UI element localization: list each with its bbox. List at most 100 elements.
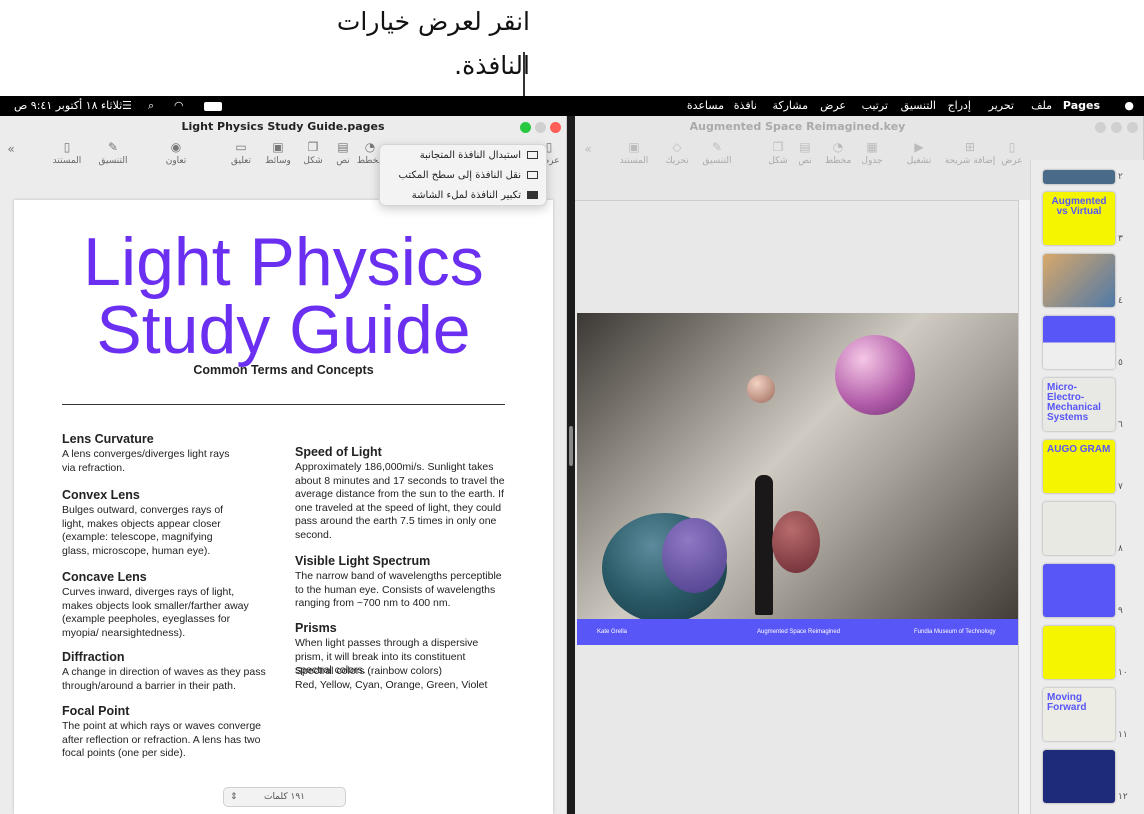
window-icon xyxy=(527,171,538,179)
slide-number: ١٠ xyxy=(1118,668,1128,678)
thumbnail-title: Moving Forward xyxy=(1047,692,1087,713)
search-icon[interactable]: ⌕ xyxy=(148,99,154,113)
menu-item[interactable]: إدراج xyxy=(948,99,971,112)
toolbar-shape[interactable]: ❐ شكل xyxy=(768,140,787,166)
format-icon: ✎ xyxy=(107,140,119,154)
toolbar-document[interactable]: ▯ المستند xyxy=(53,140,82,166)
minimize-button[interactable] xyxy=(535,122,546,133)
slide-thumbnail[interactable] xyxy=(1043,502,1115,555)
chevrons-icon[interactable]: « xyxy=(584,142,591,158)
slide-number: ١٢ xyxy=(1118,792,1128,802)
apple-menu-icon[interactable]: ● xyxy=(1124,99,1134,112)
close-button[interactable] xyxy=(550,122,561,133)
doc-title: Study Guide xyxy=(96,292,471,368)
sidebar-icon: ▯ xyxy=(1008,140,1016,154)
close-button[interactable] xyxy=(1127,122,1138,133)
animate-icon: ◇ xyxy=(672,140,682,154)
thumbnail-title: Micro-Electro-Mechanical Systems xyxy=(1047,382,1101,423)
split-divider[interactable] xyxy=(567,116,575,814)
menu-bar: ● Pages ملف تحرير إدراج التنسيق ترتيب عر… xyxy=(0,96,1144,116)
document-page[interactable]: Light Physics Study Guide Common Terms a… xyxy=(14,200,553,814)
term: Diffraction A change in direction of wave… xyxy=(62,650,266,692)
toolbar-comment[interactable]: ▭ تعليق xyxy=(231,140,251,166)
toolbar-play[interactable]: ▶ تشغيل xyxy=(907,140,931,166)
toolbar-add-slide[interactable]: ⊞ إضافة شريحة xyxy=(945,140,996,166)
menu-item-tile-window[interactable]: استبدال النافذة المتجانبة xyxy=(380,146,546,165)
control-center-icon[interactable]: ☰ xyxy=(122,99,132,112)
slide-number: ١١ xyxy=(1118,730,1128,740)
menu-app[interactable]: Pages xyxy=(1063,99,1100,112)
slide-thumbnail[interactable] xyxy=(1043,626,1115,679)
shape-icon: ❐ xyxy=(307,140,319,154)
menu-item[interactable]: عرض xyxy=(820,99,846,112)
vertical-ruler xyxy=(1018,200,1030,814)
toolbar-view[interactable]: ▯ عرض xyxy=(1001,140,1022,166)
term: Visible Light Spectrum The narrow band of… xyxy=(295,554,502,609)
menu-item-fullscreen[interactable]: تكبير النافذة لملء الشاشة xyxy=(380,186,546,205)
term: Focal Point The point at which rays or wa… xyxy=(62,704,262,759)
menu-item[interactable]: مشاركة xyxy=(772,99,808,112)
zoom-button[interactable] xyxy=(520,122,531,133)
thumbnail-title: Augmented vs Virtual xyxy=(1051,196,1107,217)
tile-icon xyxy=(527,151,538,159)
toolbar-media[interactable]: ▣ وسائط xyxy=(265,140,291,166)
toolbar-text[interactable]: ▤ نص xyxy=(798,140,812,166)
text-icon: ▤ xyxy=(337,140,349,154)
word-count-button[interactable]: ⇕ ١٩١ كلمات xyxy=(223,787,346,807)
slide-number: ٤ xyxy=(1118,296,1123,306)
term: Speed of Light Approximately 186,000mi/s.… xyxy=(295,445,505,541)
thumbnail-title: AUGO GRAM xyxy=(1047,444,1111,455)
slide-thumbnail[interactable] xyxy=(1043,750,1115,803)
chevrons-icon[interactable]: « xyxy=(7,142,14,158)
toolbar-shape[interactable]: ❐ شكل xyxy=(303,140,322,166)
current-slide[interactable]: Kate Grella Augmented Space Reimagined F… xyxy=(577,313,1018,645)
term: Concave Lens Curves inward, diverges rays… xyxy=(62,570,249,639)
minimize-button[interactable] xyxy=(1111,122,1122,133)
wifi-icon[interactable]: ◠ xyxy=(174,99,184,112)
slide-number: ٢ xyxy=(1118,172,1123,182)
slide-thumbnail[interactable]: Augmented vs Virtual xyxy=(1043,192,1115,245)
slide-thumbnail[interactable] xyxy=(1043,254,1115,307)
slide-number: ٣ xyxy=(1118,234,1123,244)
menu-item[interactable]: نافذة xyxy=(734,99,757,112)
toolbar-format[interactable]: ✎ التنسيق xyxy=(703,140,732,166)
window-title: Light Physics Study Guide.pages xyxy=(181,120,385,133)
toolbar-text[interactable]: ▤ نص xyxy=(336,140,350,166)
shape-icon: ❐ xyxy=(772,140,784,154)
menu-item[interactable]: ترتيب xyxy=(862,99,888,112)
toolbar-table[interactable]: ▦ جدول xyxy=(861,140,882,166)
menu-item-move-to-desktop[interactable]: نقل النافذة إلى سطح المكتب xyxy=(380,166,546,185)
toolbar-collaborate[interactable]: ◉ تعاون xyxy=(166,140,187,166)
menu-item[interactable]: تحرير xyxy=(989,99,1014,112)
term: Convex Lens Bulges outward, converges ray… xyxy=(62,488,224,557)
slide-thumbnail[interactable] xyxy=(1043,170,1115,184)
slide-footer: Kate Grella Augmented Space Reimagined F… xyxy=(577,619,1018,645)
menu-item[interactable]: التنسيق xyxy=(901,99,936,112)
slide-thumbnail[interactable]: Moving Forward xyxy=(1043,688,1115,741)
battery-icon[interactable] xyxy=(204,102,222,111)
fullscreen-icon xyxy=(527,191,538,199)
slide-thumbnail[interactable] xyxy=(1043,316,1115,369)
menu-item[interactable]: مساعدة xyxy=(687,99,724,112)
menu-item[interactable]: ملف xyxy=(1031,99,1052,112)
toolbar-format[interactable]: ✎ التنسيق xyxy=(99,140,128,166)
slide-number: ٨ xyxy=(1118,544,1123,554)
zoom-button[interactable] xyxy=(1095,122,1106,133)
format-icon: ✎ xyxy=(711,140,723,154)
term: Lens Curvature A lens converges/diverges … xyxy=(62,432,230,474)
slide-thumbnail[interactable]: AUGO GRAM xyxy=(1043,440,1115,493)
doc-subtitle: Common Terms and Concepts xyxy=(193,363,374,377)
doc-title: Light Physics xyxy=(83,224,484,300)
updown-chevron-icon: ⇕ xyxy=(230,792,238,802)
document-icon: ▣ xyxy=(628,140,640,154)
document-icon: ▯ xyxy=(63,140,71,154)
slide-number: ٦ xyxy=(1118,420,1123,430)
clock[interactable]: ثلاثاء ١٨ أكتوبر ٩:٤١ ص xyxy=(14,99,122,112)
slide-thumbnail[interactable]: Micro-Electro-Mechanical Systems xyxy=(1043,378,1115,431)
add-slide-icon: ⊞ xyxy=(964,140,976,154)
toolbar-document[interactable]: ▣ المستند xyxy=(620,140,649,166)
media-icon: ▣ xyxy=(272,140,284,154)
toolbar-chart[interactable]: ◔ مخطط xyxy=(825,140,852,166)
toolbar-animate[interactable]: ◇ تحريك xyxy=(665,140,688,166)
slide-thumbnail[interactable] xyxy=(1043,564,1115,617)
